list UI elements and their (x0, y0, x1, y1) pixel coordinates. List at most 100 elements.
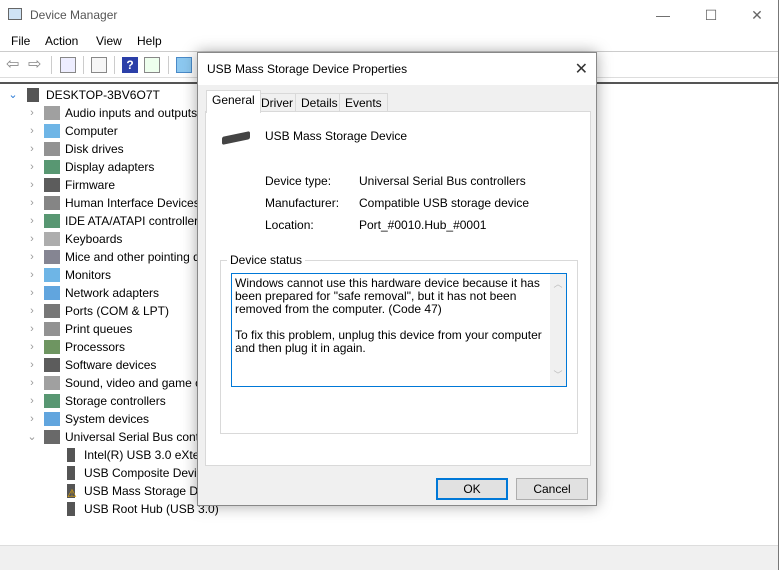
title-bar: Device Manager — ☐ ✕ (0, 0, 778, 30)
tree-root-label: DESKTOP-3BV6O7T (46, 88, 160, 102)
chevron-right-icon[interactable]: › (27, 410, 37, 428)
minimize-button[interactable]: — (640, 0, 686, 30)
location-label: Location: (265, 218, 314, 232)
chevron-right-icon[interactable]: › (27, 230, 37, 248)
usb-icon (67, 502, 75, 516)
computer-icon (27, 88, 39, 102)
category-icon (44, 322, 60, 336)
category-icon (44, 304, 60, 318)
usb-icon (67, 448, 75, 462)
chevron-right-icon[interactable]: › (27, 158, 37, 176)
device-status-textbox[interactable]: Windows cannot use this hardware device … (231, 273, 567, 387)
tab-driver[interactable]: Driver (255, 93, 299, 112)
device-manager-icon (8, 8, 22, 20)
usb-icon (67, 466, 75, 480)
chevron-down-icon[interactable]: ⌄ (27, 428, 37, 446)
tree-category-label: Processors (65, 340, 126, 354)
dialog-title: USB Mass Storage Device Properties (207, 62, 408, 76)
warning-icon: ⚠ (67, 488, 77, 500)
category-icon (44, 142, 60, 156)
usb-device-icon (222, 131, 250, 145)
tree-category-label: Keyboards (65, 232, 123, 246)
tree-category-label: Network adapters (65, 286, 160, 300)
status-fix-message: To fix this problem, unplug this device … (235, 328, 542, 355)
location-value: Port_#0010.Hub_#0001 (359, 218, 487, 232)
menu-action[interactable]: Action (45, 34, 78, 48)
category-icon (44, 430, 60, 444)
tab-details[interactable]: Details (295, 93, 344, 112)
category-icon (44, 178, 60, 192)
category-icon (44, 214, 60, 228)
category-icon (44, 160, 60, 174)
tree-category-label: System devices (65, 412, 150, 426)
status-bar (0, 545, 778, 570)
help-icon[interactable]: ? (122, 57, 138, 73)
cancel-button[interactable]: Cancel (516, 478, 588, 500)
maximize-button[interactable]: ☐ (688, 0, 734, 30)
dialog-title-bar: USB Mass Storage Device Properties ✕ (198, 53, 596, 85)
tree-category-label: Storage controllers (65, 394, 166, 408)
menu-file[interactable]: File (11, 34, 30, 48)
tree-category-label: Computer (65, 124, 118, 138)
menu-bar: File Action View Help (0, 30, 778, 52)
close-button[interactable]: ✕ (734, 0, 780, 30)
category-icon (44, 394, 60, 408)
chevron-right-icon[interactable]: › (27, 302, 37, 320)
category-icon (44, 358, 60, 372)
window-title: Device Manager (30, 8, 118, 22)
tree-category-label: Monitors (65, 268, 112, 282)
device-status-group: Device status Windows cannot use this ha… (220, 253, 578, 434)
chevron-right-icon[interactable]: › (27, 212, 37, 230)
category-icon (44, 268, 60, 282)
chevron-right-icon[interactable]: › (27, 248, 37, 266)
scrollbar[interactable]: ︿ ﹀ (550, 274, 566, 386)
back-icon[interactable]: ⇦ (6, 57, 22, 73)
category-icon (44, 250, 60, 264)
chevron-right-icon[interactable]: › (27, 122, 37, 140)
chevron-right-icon[interactable]: › (27, 266, 37, 284)
tree-category-label: Software devices (65, 358, 157, 372)
manufacturer-value: Compatible USB storage device (359, 196, 530, 210)
chevron-right-icon[interactable]: › (27, 194, 37, 212)
tab-general[interactable]: General (206, 90, 261, 113)
chevron-down-icon[interactable]: ⌄ (8, 86, 18, 104)
device-status-label: Device status (227, 253, 306, 267)
chevron-right-icon[interactable]: › (27, 374, 37, 392)
tree-device-label: USB Composite Device (84, 466, 210, 480)
manufacturer-label: Manufacturer: (265, 196, 340, 210)
chevron-right-icon[interactable]: › (27, 284, 37, 302)
category-icon (44, 412, 60, 426)
tree-category-label: Ports (COM & LPT) (65, 304, 170, 318)
tree-category-label: Human Interface Devices (65, 196, 200, 210)
chevron-right-icon[interactable]: › (27, 140, 37, 158)
device-type-label: Device type: (265, 174, 332, 188)
action-pane-icon[interactable] (144, 57, 160, 73)
chevron-right-icon[interactable]: › (27, 356, 37, 374)
chevron-right-icon[interactable]: › (27, 338, 37, 356)
chevron-right-icon[interactable]: › (27, 104, 37, 122)
properties-icon[interactable] (91, 57, 107, 73)
chevron-right-icon[interactable]: › (27, 392, 37, 410)
chevron-right-icon[interactable]: › (27, 176, 37, 194)
forward-icon[interactable]: ⇨ (28, 57, 44, 73)
tree-category-label: Disk drives (65, 142, 124, 156)
category-icon (44, 196, 60, 210)
category-icon (44, 340, 60, 354)
general-panel: USB Mass Storage Device Device type: Uni… (205, 111, 591, 466)
tab-events[interactable]: Events (339, 93, 388, 112)
device-type-value: Universal Serial Bus controllers (359, 174, 526, 188)
category-icon (44, 376, 60, 390)
status-message: Windows cannot use this hardware device … (235, 276, 540, 316)
chevron-right-icon[interactable]: › (27, 320, 37, 338)
menu-view[interactable]: View (96, 34, 122, 48)
tree-category-label: Audio inputs and outputs (65, 106, 198, 120)
tree-category-label: Display adapters (65, 160, 155, 174)
menu-help[interactable]: Help (137, 34, 162, 48)
show-hide-tree-icon[interactable] (60, 57, 76, 73)
scan-hardware-icon[interactable] (176, 57, 192, 73)
category-icon (44, 106, 60, 120)
ok-button[interactable]: OK (436, 478, 508, 500)
dialog-close-button[interactable]: ✕ (575, 59, 588, 79)
category-icon (44, 124, 60, 138)
tree-category-label: IDE ATA/ATAPI controllers (65, 214, 205, 228)
